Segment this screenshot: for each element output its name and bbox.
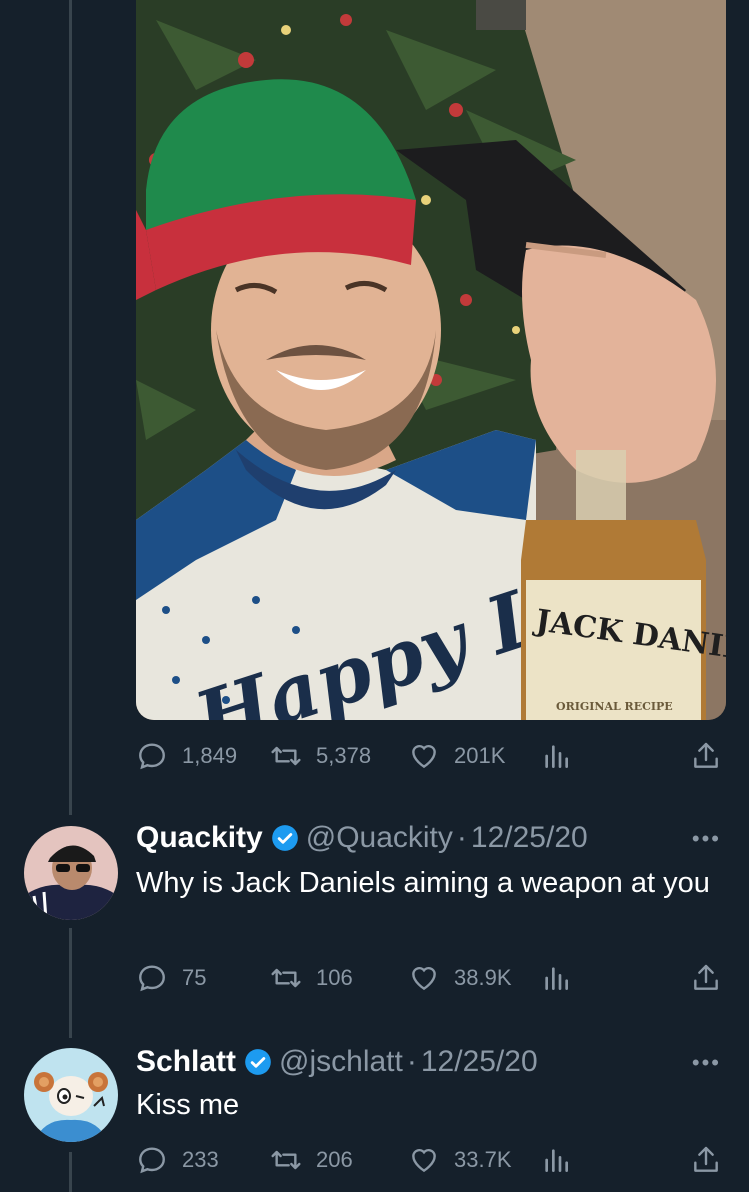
author-handle[interactable]: @jschlatt <box>279 1045 403 1079</box>
bottle-sub: ORIGINAL RECIPE <box>556 700 673 713</box>
tweet-text: Kiss me <box>136 1089 240 1121</box>
retweet-icon <box>271 1150 301 1170</box>
separator-dot: · <box>456 821 467 854</box>
retweet-count: 206 <box>316 1147 353 1172</box>
thread-line-top <box>69 0 72 815</box>
retweet-icon <box>271 746 301 766</box>
tweet-photo[interactable]: Happy Litt JACK DANIEL'S ORIGINAL RECIPE <box>136 0 726 720</box>
reply-count: 75 <box>182 965 207 990</box>
like-icon <box>412 1148 436 1173</box>
analytics-icon <box>545 1149 568 1172</box>
reply-count: 1,849 <box>182 743 238 768</box>
thread-line-middle <box>69 928 72 1038</box>
like-button[interactable]: 33.7K <box>408 1140 512 1180</box>
share-icon <box>694 964 718 990</box>
verified-icon <box>245 1049 271 1075</box>
analytics-button[interactable] <box>540 736 572 776</box>
avatar-image <box>24 1048 118 1142</box>
share-icon <box>694 742 718 768</box>
like-button[interactable]: 38.9K <box>408 958 512 998</box>
analytics-icon <box>545 967 568 990</box>
retweet-icon <box>271 968 301 988</box>
share-button[interactable] <box>690 1140 722 1180</box>
quackity-actions: 75 106 38.9K <box>136 958 726 998</box>
like-count: 38.9K <box>454 965 512 990</box>
avatar-image <box>24 826 118 920</box>
retweet-button[interactable]: 5,378 <box>270 736 371 776</box>
retweet-count: 106 <box>316 965 353 990</box>
schlatt-header: Schlatt @jschlatt · 12/25/20 <box>136 1042 538 1082</box>
author-handle[interactable]: @Quackity <box>306 821 453 855</box>
more-icon[interactable]: ••• <box>692 1050 721 1076</box>
quackity-avatar[interactable] <box>24 826 118 920</box>
author-name[interactable]: Schlatt <box>136 1045 236 1079</box>
analytics-icon <box>545 745 568 768</box>
like-button[interactable]: 201K <box>408 736 505 776</box>
reply-button[interactable]: 233 <box>136 1140 219 1180</box>
separator-dot: · <box>406 1045 417 1078</box>
like-icon <box>412 966 436 991</box>
schlatt-actions: 233 206 33.7K <box>136 1140 726 1180</box>
reply-count: 233 <box>182 1147 219 1172</box>
reply-button[interactable]: 1,849 <box>136 736 237 776</box>
more-icon[interactable]: ••• <box>692 826 721 852</box>
main-tweet-actions: 1,849 5,378 201K <box>136 736 726 776</box>
retweet-button[interactable]: 106 <box>270 958 353 998</box>
author-name[interactable]: Quackity <box>136 821 263 855</box>
like-count: 201K <box>454 743 506 768</box>
tweet-date[interactable]: 12/25/20 <box>471 821 588 855</box>
tweet-text: Why is Jack Daniels aiming a weapon at y… <box>136 867 710 899</box>
quackity-header: Quackity @Quackity · 12/25/20 <box>136 818 588 858</box>
share-icon <box>694 1146 718 1172</box>
tweet-thread: Happy Litt JACK DANIEL'S ORIGINAL RECIPE… <box>0 0 749 1192</box>
like-count: 33.7K <box>454 1147 512 1172</box>
verified-icon <box>271 825 298 851</box>
reply-icon <box>139 965 165 992</box>
share-button[interactable] <box>690 736 722 776</box>
retweet-count: 5,378 <box>316 743 372 768</box>
reply-icon <box>139 1147 165 1174</box>
reply-button[interactable]: 75 <box>136 958 206 998</box>
retweet-button[interactable]: 206 <box>270 1140 353 1180</box>
schlatt-avatar[interactable] <box>24 1048 118 1142</box>
analytics-button[interactable] <box>540 958 572 998</box>
share-button[interactable] <box>690 958 722 998</box>
reply-icon <box>139 743 165 770</box>
thread-line-bottom <box>69 1152 72 1192</box>
like-icon <box>412 744 436 769</box>
analytics-button[interactable] <box>540 1140 572 1180</box>
tweet-date[interactable]: 12/25/20 <box>421 1045 538 1079</box>
photo-illustration: Happy Litt JACK DANIEL'S ORIGINAL RECIPE <box>136 0 726 720</box>
